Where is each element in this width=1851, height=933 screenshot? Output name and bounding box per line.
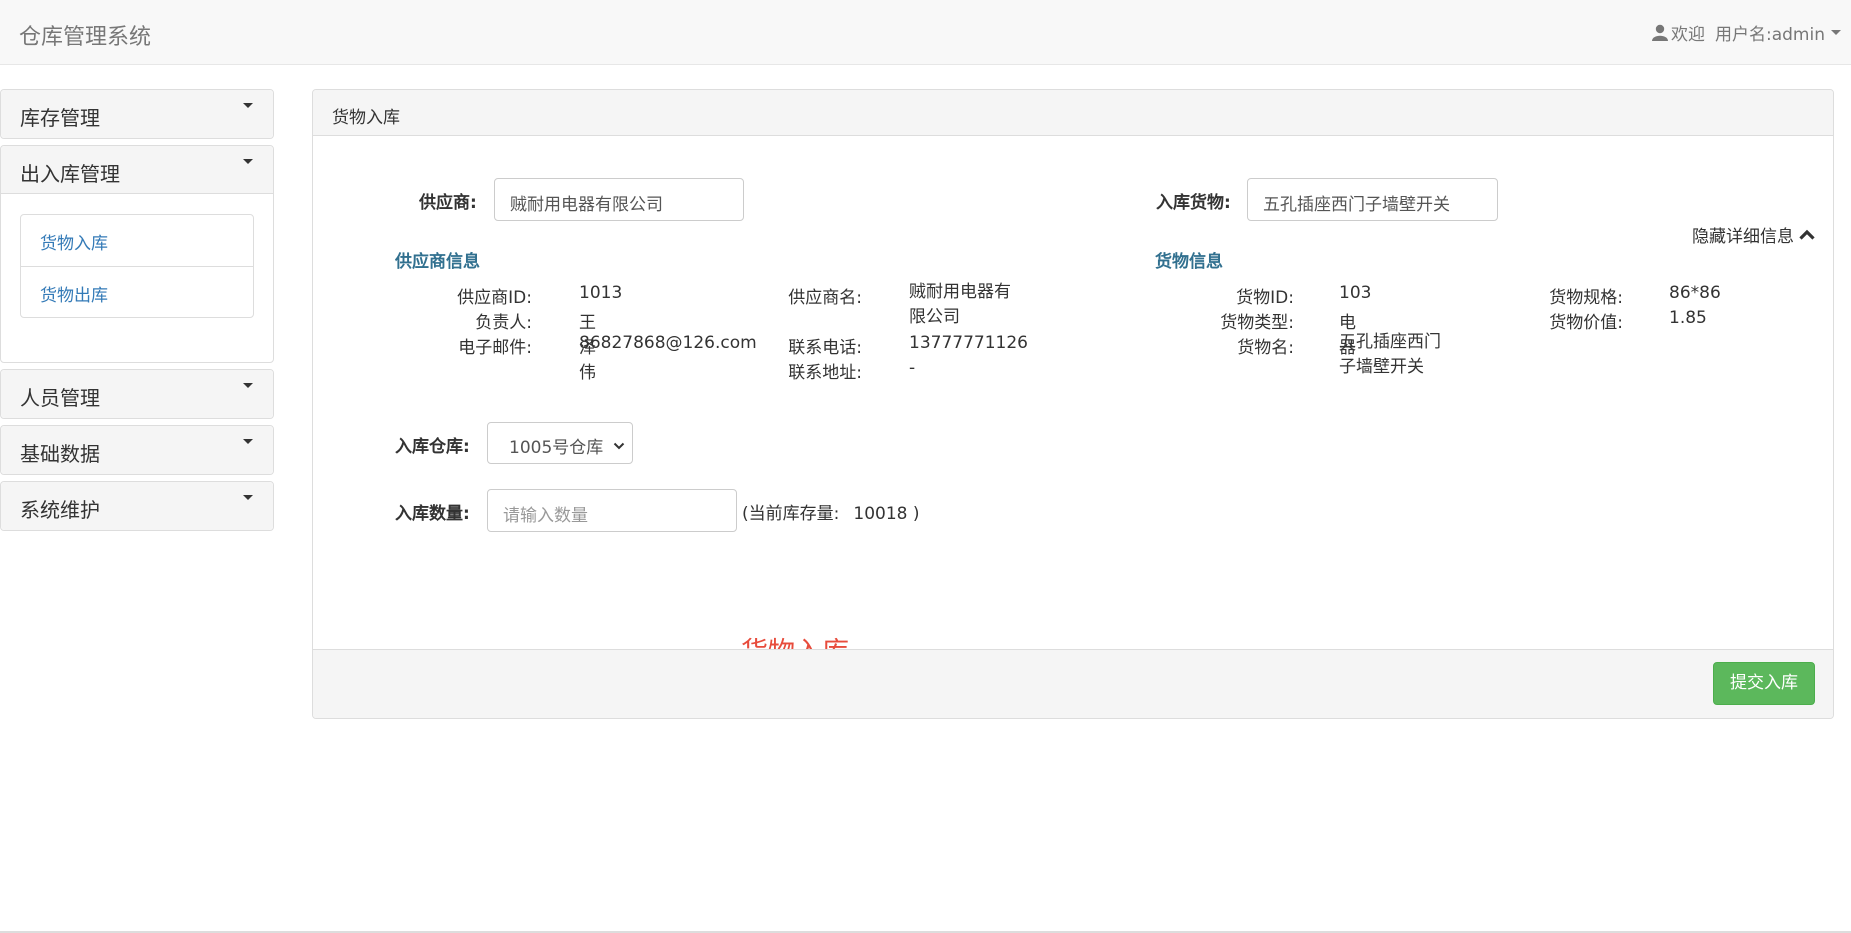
chevron-down-icon	[243, 495, 253, 500]
supplier-contact-label: 负责人:	[475, 313, 532, 333]
quantity-input[interactable]: 请输入数量	[487, 489, 737, 532]
chevron-up-icon	[1794, 229, 1815, 240]
chevron-down-icon	[243, 439, 253, 444]
chevron-down-icon	[243, 383, 253, 388]
top-navbar: 仓库管理系统 欢迎 用户名:admin	[0, 0, 1851, 65]
warehouse-selected-value: 1005号仓库	[509, 438, 604, 458]
sidebar-item-inventory[interactable]: 库存管理	[1, 90, 273, 138]
supplier-email-label: 电子邮件:	[458, 338, 532, 358]
goods-name-label: 货物名:	[1237, 338, 1294, 358]
goods-id-value: 103	[1339, 283, 1372, 303]
stock-value: 10018	[853, 504, 908, 524]
sidebar-item-goods-out[interactable]: 货物出库	[21, 266, 253, 317]
warehouse-select[interactable]: 1005号仓库	[487, 422, 633, 464]
sidebar-item-stock-io[interactable]: 出入库管理	[1, 146, 273, 194]
chevron-down-icon	[243, 159, 253, 164]
supplier-address-value: -	[909, 358, 916, 378]
current-stock-note: (当前库存量: 10018 )	[742, 499, 920, 524]
supplier-phone-label: 联系电话:	[788, 338, 862, 358]
goods-in-panel: 货物入库 供应商: 贼耐用电器有限公司 入库货物: 五孔插座西门子墙壁开关 隐藏…	[312, 89, 1834, 719]
supplier-name-label: 供应商名:	[788, 288, 862, 308]
supplier-id-value: 1013	[579, 283, 623, 303]
goods-price-label: 货物价值:	[1549, 313, 1623, 333]
sidebar-item-maintenance[interactable]: 系统维护	[1, 482, 273, 530]
toggle-details-link[interactable]: 隐藏详细信息	[1692, 222, 1815, 247]
user-menu[interactable]: 欢迎 用户名:admin	[1652, 20, 1841, 45]
sidebar-section-basic-data: 基础数据	[0, 425, 274, 475]
submit-button[interactable]: 提交入库	[1713, 662, 1815, 705]
sidebar-submenu: 货物入库 货物出库	[1, 194, 273, 362]
sidebar-item-goods-in[interactable]: 货物入库	[21, 215, 253, 266]
supplier-label: 供应商:	[419, 193, 477, 213]
sidebar-section-stock-io: 出入库管理 货物入库 货物出库	[0, 145, 274, 363]
user-icon	[1652, 24, 1671, 41]
goods-info-title: 货物信息	[1155, 252, 1223, 272]
quantity-label: 入库数量:	[395, 504, 470, 524]
supplier-name-value: 贼耐用电器有限公司	[909, 282, 1011, 327]
panel-heading: 货物入库	[313, 90, 1833, 136]
supplier-phone-value: 13777771126	[909, 333, 1028, 353]
chevron-down-icon	[243, 103, 253, 108]
sidebar-item-label: 系统维护	[20, 498, 100, 522]
goods-input[interactable]: 五孔插座西门子墙壁开关	[1247, 178, 1498, 221]
goods-type-label: 货物类型:	[1220, 313, 1294, 333]
chevron-down-icon	[1831, 30, 1841, 35]
panel-footer: 提交入库	[313, 649, 1833, 718]
goods-spec-label: 货物规格:	[1549, 288, 1623, 308]
sidebar-section-personnel: 人员管理	[0, 369, 274, 419]
chevron-down-icon	[613, 436, 625, 456]
sidebar-section-maintenance: 系统维护	[0, 481, 274, 531]
stock-prefix: (当前库存量:	[742, 504, 840, 524]
goods-label: 入库货物:	[1156, 193, 1231, 213]
sidebar-item-personnel[interactable]: 人员管理	[1, 370, 273, 418]
supplier-id-label: 供应商ID:	[457, 288, 532, 308]
goods-spec-value: 86*86	[1669, 283, 1721, 303]
sidebar-section-inventory: 库存管理	[0, 89, 274, 139]
sidebar-item-label: 基础数据	[20, 442, 100, 466]
goods-id-label: 货物ID:	[1236, 288, 1294, 308]
toggle-details-label: 隐藏详细信息	[1692, 227, 1794, 247]
app-title[interactable]: 仓库管理系统	[19, 19, 151, 51]
warehouse-label: 入库仓库:	[395, 437, 470, 457]
sidebar: 库存管理 出入库管理 货物入库 货物出库 人员管理 基础数据 系统维护	[0, 89, 274, 537]
sidebar-item-basic-data[interactable]: 基础数据	[1, 426, 273, 474]
sidebar-item-label: 库存管理	[20, 106, 100, 130]
supplier-address-label: 联系地址:	[788, 363, 862, 383]
sidebar-item-label: 人员管理	[20, 386, 100, 410]
welcome-text: 欢迎	[1671, 25, 1705, 45]
supplier-input[interactable]: 贼耐用电器有限公司	[494, 178, 744, 221]
supplier-info-title: 供应商信息	[395, 252, 480, 272]
stock-suffix: )	[912, 504, 920, 524]
goods-name-value: 五孔插座西门子墙壁开关	[1339, 332, 1441, 377]
username-label: 用户名:admin	[1715, 25, 1825, 45]
sidebar-item-label: 出入库管理	[20, 162, 120, 186]
goods-price-value: 1.85	[1669, 308, 1707, 328]
submenu-list: 货物入库 货物出库	[20, 214, 254, 318]
